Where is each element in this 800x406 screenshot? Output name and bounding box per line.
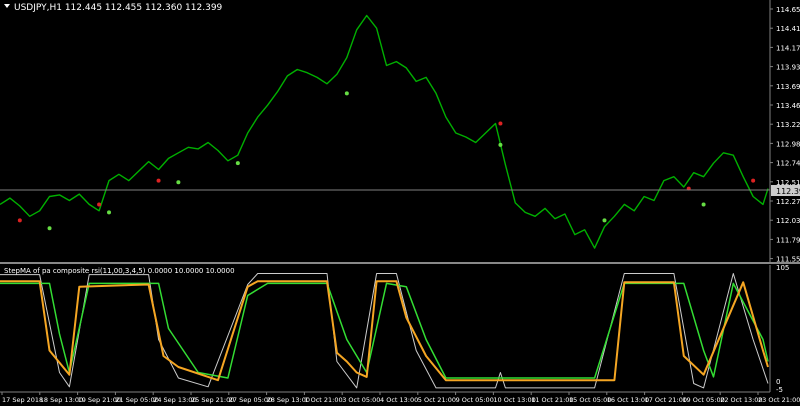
time-axis-label: 16 Oct 13:00 [607,396,649,404]
price-pane[interactable]: USDJPY,H1 112.445 112.455 112.360 112.39… [0,0,770,262]
bearish-signal-dot [17,218,22,223]
bullish-signal-dot [344,91,349,96]
time-axis[interactable]: 17 Sep 201818 Sep 13:0019 Sep 21:0021 Se… [0,391,800,404]
time-axis-label: 3 Oct 05:00 [342,396,380,404]
chart-terminal[interactable]: USDJPY,H1 112.445 112.455 112.360 112.39… [0,0,800,406]
indicator-axis-label: 0 [776,378,780,386]
price-axis-label: 111.795 [776,236,800,244]
indicator-white-line [0,273,769,389]
indicator-axis-label: -5 [776,386,783,394]
bearish-signal-dot [156,178,161,183]
price-axis-label: 112.035 [776,217,800,225]
price-axis-label: 112.270 [776,198,800,206]
time-axis-label: 22 Oct 13:00 [720,396,762,404]
price-axis-label: 113.935 [776,64,800,72]
indicator-axis[interactable]: 105 0-5 [769,264,789,394]
bullish-signal-dot [602,218,607,223]
current-price-badge: 112.399 [771,185,800,196]
current-price-label: 112.399 [776,187,800,196]
time-axis-label: 17 Sep 2018 [2,396,43,404]
price-axis-label: 114.410 [776,25,800,33]
bullish-signal-dot [498,142,503,147]
bullish-signal-dot [701,202,706,207]
indicator-series [0,273,769,389]
time-axis-label: 1 Oct 21:00 [304,396,342,404]
bearish-signal-dot [498,121,503,126]
bullish-signal-dot [47,226,52,231]
time-axis-label: 4 Oct 13:00 [380,396,418,404]
price-axis-label: 114.650 [776,6,800,14]
indicator-pane[interactable]: StepMA of pa composite rsi(11,00,3,4,5) … [0,267,769,389]
time-axis-label: 19 Oct 05:00 [682,396,724,404]
price-axis-label: 113.695 [776,83,800,91]
chart-title: USDJPY,H1 112.445 112.455 112.360 112.39… [14,3,223,13]
price-axis-label: 114.170 [776,44,800,52]
price-axis-label: 112.985 [776,140,800,148]
time-axis-label: 5 Oct 21:00 [418,396,456,404]
time-axis-label: 9 Oct 05:00 [456,396,494,404]
chart-canvas[interactable]: USDJPY,H1 112.445 112.455 112.360 112.39… [0,0,800,406]
price-pane-bg [0,0,770,262]
price-axis-label: 113.460 [776,102,800,110]
indicator-green-line [0,282,769,379]
time-axis-label: 17 Oct 21:00 [645,396,687,404]
bullish-signal-dot [107,210,112,215]
price-axis[interactable]: 114.650 114.410 114.170 113.935 113.695 113.4… [769,0,800,264]
bearish-signal-dot [751,178,756,183]
time-axis-label: 15 Oct 05:00 [569,396,611,404]
time-axis-label: 23 Oct 21:00 [758,396,800,404]
bearish-signal-dot [97,202,102,207]
time-axis-label: 11 Oct 21:00 [531,396,573,404]
indicator-axis-label: 105 [776,264,789,272]
time-axis-label: 10 Oct 13:00 [493,396,535,404]
indicator-title: StepMA of pa composite rsi(11,00,3,4,5) … [4,267,235,275]
bullish-signal-dot [235,161,240,166]
bullish-signal-dot [176,180,181,185]
price-axis-label: 113.220 [776,121,800,129]
price-axis-label: 112.745 [776,160,800,168]
